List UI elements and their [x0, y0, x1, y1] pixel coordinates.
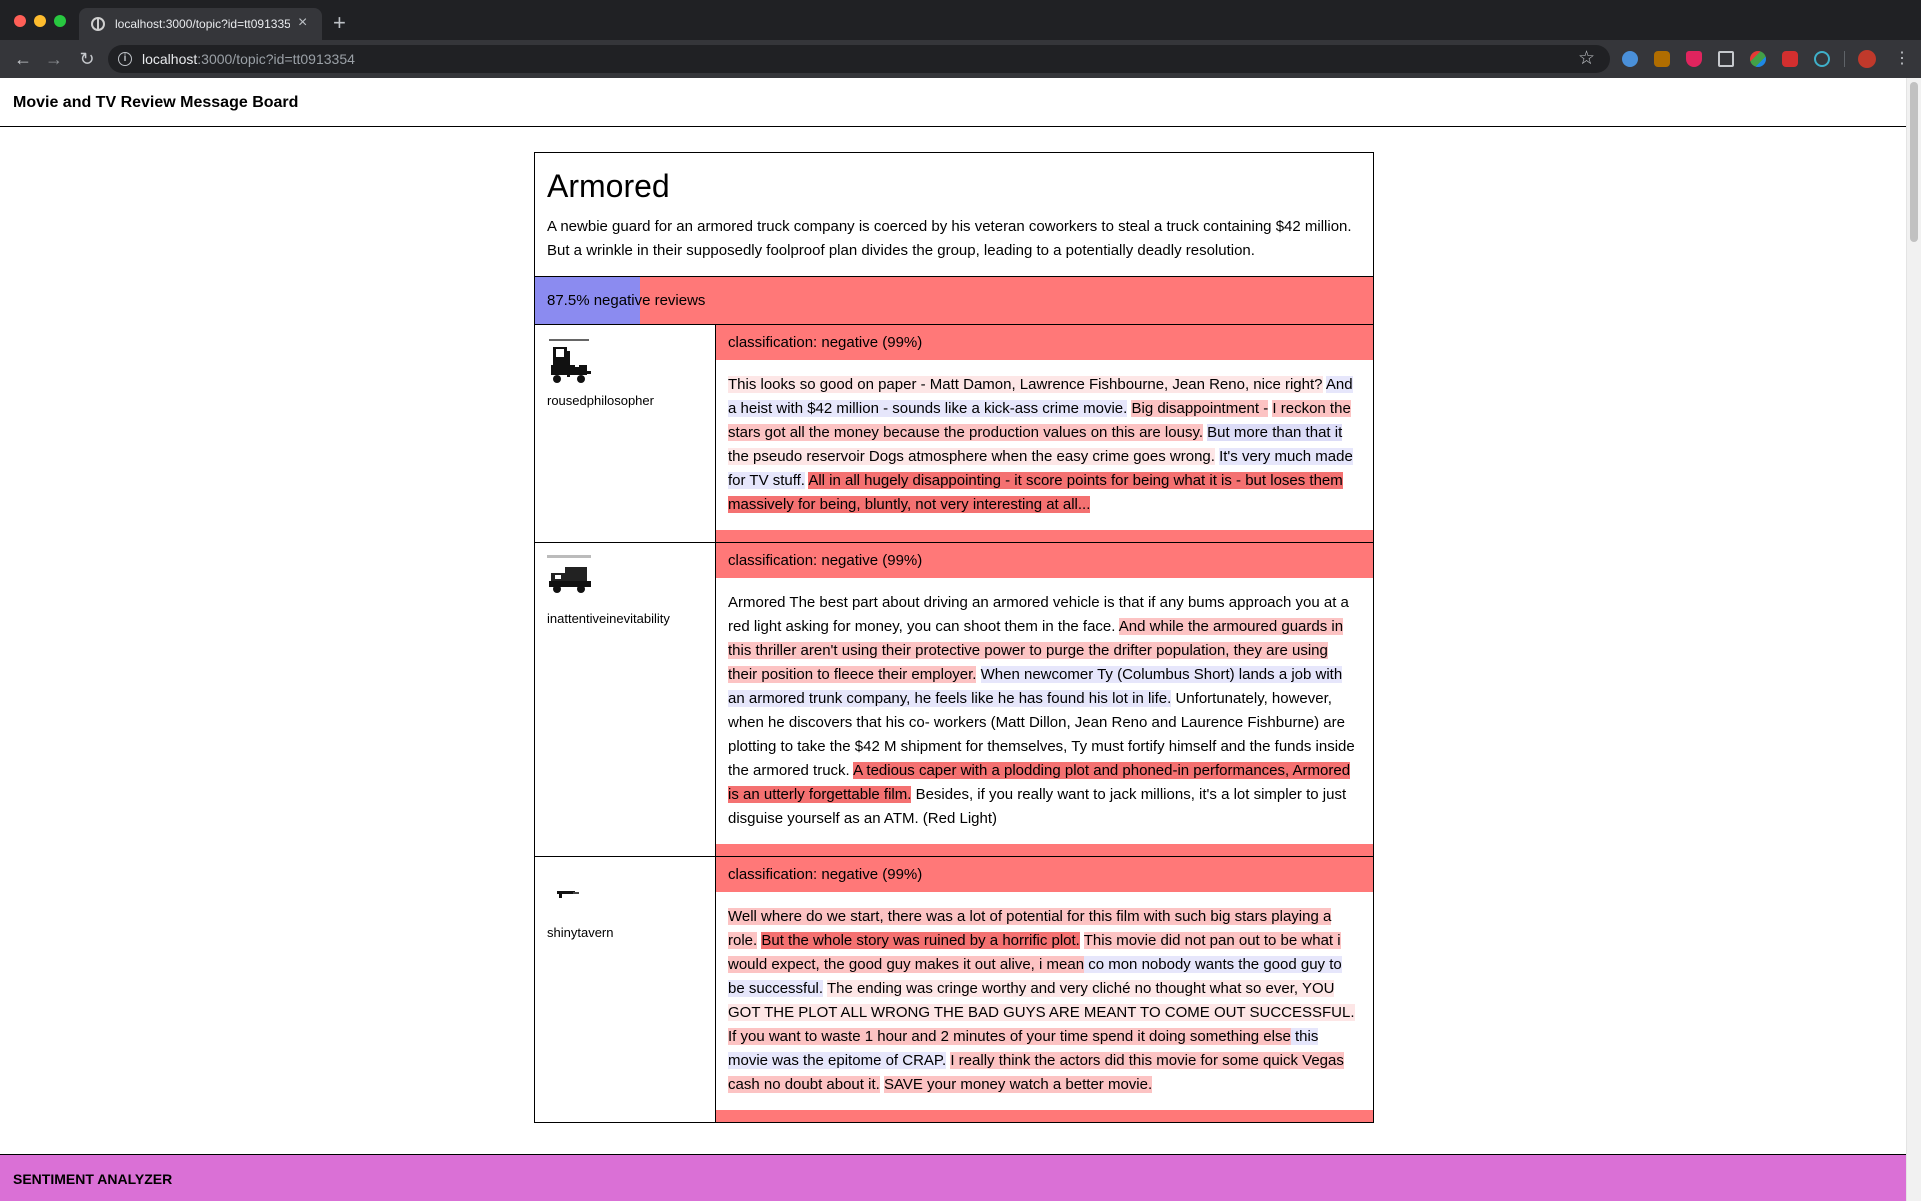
- forklift-image: [549, 339, 591, 383]
- gun-image: [557, 891, 579, 898]
- toolbar-divider: [1844, 51, 1845, 67]
- menu-dots-icon[interactable]: ⋮: [1894, 48, 1910, 70]
- profile-avatar[interactable]: [1858, 50, 1876, 68]
- author-name[interactable]: inattentiveinevitability: [547, 611, 703, 626]
- browser-toolbar: ← → ↻ i localhost:3000/topic?id=tt091335…: [0, 40, 1921, 78]
- new-tab-button[interactable]: +: [333, 12, 346, 34]
- tab-title: localhost:3000/topic?id=tt0913354: [115, 17, 290, 31]
- bookmark-star-icon[interactable]: ☆: [1578, 47, 1595, 70]
- sentence-span: But the whole story was ruined by a horr…: [761, 932, 1080, 949]
- back-arrow-icon[interactable]: ←: [12, 48, 34, 70]
- address-bar[interactable]: i localhost:3000/topic?id=tt0913354 ☆: [108, 45, 1610, 73]
- review-item: shinytavern classification: negative (99…: [535, 856, 1373, 1122]
- topic-description: A newbie guard for an armored truck comp…: [547, 218, 1352, 259]
- forward-arrow-icon[interactable]: →: [43, 48, 65, 70]
- author-name[interactable]: shinytavern: [547, 925, 703, 940]
- armored-truck-image: [547, 555, 591, 593]
- sentence-span: All in all hugely disappointing - it sco…: [728, 472, 1343, 513]
- topic-title: Armored: [547, 168, 670, 204]
- classification-label: classification: negative (99%): [716, 325, 1373, 360]
- minimize-window-button[interactable]: [34, 15, 46, 27]
- review-author: shinytavern: [535, 857, 716, 1122]
- extension-shield-icon[interactable]: [1686, 51, 1702, 67]
- author-name[interactable]: rousedphilosopher: [547, 393, 703, 408]
- browser-tab[interactable]: localhost:3000/topic?id=tt0913354 ×: [79, 8, 322, 40]
- topic-card: Armored A newbie guard for an armored tr…: [534, 152, 1374, 1123]
- review-item: inattentiveinevitability classification:…: [535, 542, 1373, 856]
- review-body: classification: negative (99%) Armored T…: [716, 543, 1373, 856]
- maximize-window-button[interactable]: [54, 15, 66, 27]
- topic-header: Armored A newbie guard for an armored tr…: [535, 153, 1373, 276]
- extension-k-icon[interactable]: [1654, 51, 1670, 67]
- sentence-span: Big disappointment -: [1131, 400, 1269, 417]
- review-text: This looks so good on paper - Matt Damon…: [716, 360, 1373, 530]
- classification-label: classification: negative (99%): [716, 857, 1373, 892]
- extension-color-icon[interactable]: [1750, 51, 1766, 67]
- review-body: classification: negative (99%) This look…: [716, 325, 1373, 542]
- sentence-span: SAVE your money watch a better movie.: [883, 1076, 1153, 1093]
- page-viewport: Movie and TV Review Message Board Armore…: [0, 78, 1921, 1201]
- review-text: Well where do we start, there was a lot …: [716, 892, 1373, 1110]
- close-tab-icon[interactable]: ×: [298, 14, 307, 32]
- info-icon[interactable]: i: [118, 52, 132, 66]
- page-scrollbar[interactable]: [1906, 78, 1921, 1201]
- sentence-span: This looks so good on paper - Matt Damon…: [728, 376, 1323, 393]
- sentence-span: the pseudo reservoir Dogs atmosphere whe…: [728, 448, 1215, 465]
- review-text: Armored The best part about driving an a…: [716, 578, 1373, 844]
- globe-icon: [91, 17, 105, 31]
- review-list: rousedphilosopher classification: negati…: [535, 324, 1373, 1122]
- browser-titlebar: localhost:3000/topic?id=tt0913354 × +: [0, 0, 1921, 40]
- extension-react-icon[interactable]: [1814, 51, 1830, 67]
- review-author: inattentiveinevitability: [535, 543, 716, 856]
- extension-compass-icon[interactable]: [1622, 51, 1638, 67]
- extension-picture-in-picture-icon[interactable]: [1718, 51, 1734, 67]
- close-window-button[interactable]: [14, 15, 26, 27]
- classification-label: classification: negative (99%): [716, 543, 1373, 578]
- sentence-span: [976, 666, 980, 683]
- app-footer: SENTIMENT ANALYZER: [0, 1154, 1906, 1201]
- app-title[interactable]: Movie and TV Review Message Board: [13, 94, 298, 112]
- url-path: :3000/topic?id=tt0913354: [197, 51, 355, 67]
- sentence-span: If you want to waste 1 hour and 2 minute…: [728, 1028, 1291, 1045]
- reload-icon[interactable]: ↻: [76, 48, 98, 70]
- url-host: localhost: [142, 51, 198, 67]
- footer-label: SENTIMENT ANALYZER: [13, 1171, 173, 1187]
- sentiment-summary-text: 87.5% negative reviews: [547, 292, 706, 309]
- sentence-span: But more than that it: [1207, 424, 1343, 441]
- extension-red-icon[interactable]: [1782, 51, 1798, 67]
- review-body: classification: negative (99%) Well wher…: [716, 857, 1373, 1122]
- review-author: rousedphilosopher: [535, 325, 716, 542]
- url-text: localhost:3000/topic?id=tt0913354: [142, 51, 355, 67]
- app-header: Movie and TV Review Message Board: [0, 78, 1906, 127]
- sentiment-summary-bar: 87.5% negative reviews: [535, 276, 1373, 324]
- review-item: rousedphilosopher classification: negati…: [535, 324, 1373, 542]
- scrollbar-thumb[interactable]: [1910, 82, 1918, 242]
